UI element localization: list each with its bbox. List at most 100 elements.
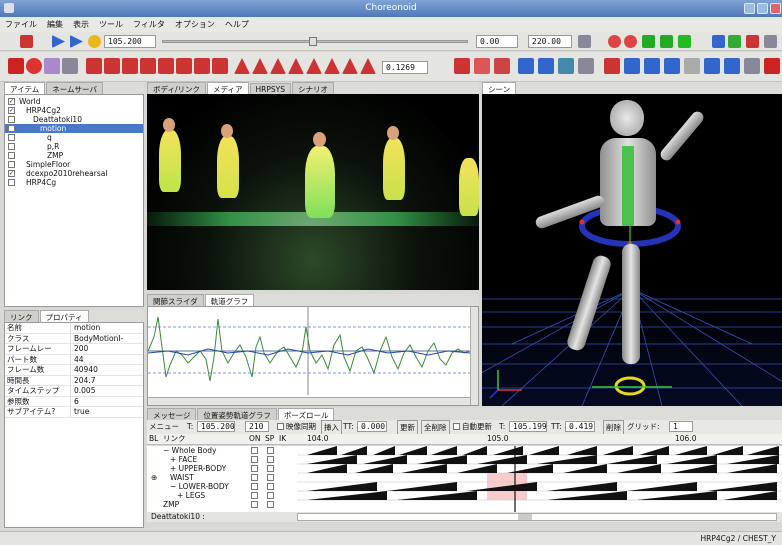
tab-pose-trajectory-graph[interactable]: 位置姿勢軌道グラフ (197, 408, 277, 420)
pose-time2-field[interactable]: 105.199 (509, 421, 547, 432)
tab-items[interactable]: アイテム (4, 82, 46, 94)
move-icon[interactable] (44, 58, 60, 74)
pose-row-checkbox[interactable] (267, 474, 274, 481)
close-icon[interactable] (770, 3, 781, 14)
menu-options[interactable]: オプション (170, 17, 220, 32)
tab-media[interactable]: メディア (207, 82, 249, 94)
scene-3-icon[interactable] (644, 58, 660, 74)
pose-row[interactable]: − Whole Body (147, 446, 297, 455)
wrench-2-icon[interactable] (578, 58, 594, 74)
arrow-icon[interactable] (494, 58, 510, 74)
scene-4-icon[interactable] (664, 58, 680, 74)
pose-row-checkbox[interactable] (251, 447, 258, 454)
property-row[interactable]: タイムステップ 0.005 (5, 386, 143, 397)
tree-item[interactable]: SimpleFloor (5, 160, 143, 169)
tab-property[interactable]: プロパティ (39, 310, 89, 322)
tab-scenario[interactable]: シナリオ (291, 82, 334, 94)
grid-field[interactable]: 1 (669, 421, 693, 432)
robot-icon[interactable] (20, 35, 33, 48)
alpha-icon[interactable] (746, 35, 759, 48)
ik-icon[interactable] (454, 58, 470, 74)
property-value[interactable]: BodyMotionI- (71, 334, 123, 344)
pose-7-icon[interactable] (194, 58, 210, 74)
pose-frame-field[interactable]: 210 (245, 421, 269, 432)
pose-row-checkbox[interactable] (267, 465, 274, 472)
property-row[interactable]: 参照数 6 (5, 396, 143, 407)
property-value[interactable]: 44 (71, 355, 84, 365)
pose-hscroll-thumb[interactable] (518, 514, 532, 520)
pose-2-icon[interactable] (104, 58, 120, 74)
triangle-6-icon[interactable] (324, 58, 340, 74)
triangle-2-icon[interactable] (252, 58, 268, 74)
cube-1-icon[interactable] (518, 58, 534, 74)
time-slider-handle[interactable] (309, 37, 317, 46)
menu-file[interactable]: ファイル (0, 17, 42, 32)
pose-row[interactable]: + UPPER-BODY (147, 464, 297, 473)
arrow-right-icon[interactable] (660, 35, 673, 48)
tree-item-checkbox[interactable]: ✓ (8, 107, 15, 114)
view-icon[interactable] (558, 58, 574, 74)
property-value[interactable]: 200 (71, 344, 88, 354)
pose-tt2-field[interactable]: 0.419 (565, 421, 595, 432)
maximize-icon[interactable] (757, 3, 768, 14)
property-row[interactable]: フレームレー 200 (5, 344, 143, 355)
pose-row-checkbox[interactable] (251, 465, 258, 472)
heart-icon[interactable] (728, 35, 741, 48)
chart-icon[interactable] (712, 35, 725, 48)
floor-icon[interactable] (724, 58, 740, 74)
scene-1-icon[interactable] (604, 58, 620, 74)
time-slider[interactable] (162, 37, 468, 46)
property-row[interactable]: 名前 motion (5, 323, 143, 334)
pose-menu-button[interactable]: メニュー (149, 420, 179, 433)
tree-item[interactable]: ✓ dcexpo2010rehearsal (5, 169, 143, 178)
property-row[interactable]: 時間長 204.7 (5, 375, 143, 386)
scene-canvas[interactable] (482, 94, 782, 406)
pose-row[interactable]: + LEGS (147, 491, 297, 500)
menu-view[interactable]: 表示 (68, 17, 94, 32)
pose-8-icon[interactable] (212, 58, 228, 74)
pose-row-checkbox[interactable] (267, 483, 274, 490)
pose-row[interactable]: ⊕ WAIST (147, 473, 297, 482)
triangle-7-icon[interactable] (342, 58, 358, 74)
tree-item-checkbox[interactable] (8, 143, 15, 150)
tree-item-checkbox[interactable]: ✓ (8, 98, 15, 105)
tree-item-checkbox[interactable] (8, 179, 15, 186)
video-frame[interactable] (147, 94, 479, 290)
range-start-field[interactable]: 0.00 (476, 35, 518, 48)
tab-message[interactable]: メッセージ (147, 408, 197, 420)
link-icon[interactable] (764, 35, 777, 48)
tab-joint-slider[interactable]: 関節スライダ (147, 294, 204, 306)
tree-item[interactable]: ZMP (5, 151, 143, 160)
forward-icon[interactable] (642, 35, 655, 48)
tree-item[interactable]: ✓ World (5, 97, 143, 106)
pose-6-icon[interactable] (176, 58, 192, 74)
value-field[interactable]: 0.1269 (382, 61, 428, 74)
stop-icon[interactable] (88, 35, 101, 48)
range-end-field[interactable]: 220.00 (528, 35, 572, 48)
pose-1-icon[interactable] (86, 58, 102, 74)
triangle-1-icon[interactable] (234, 58, 250, 74)
wrench-icon[interactable] (62, 58, 78, 74)
leg-icon[interactable] (474, 58, 490, 74)
tree-item[interactable]: p,R (5, 142, 143, 151)
pose-tt-field[interactable]: 0.000 (357, 421, 387, 432)
pose-row-checkbox[interactable] (267, 501, 274, 508)
scene-2-icon[interactable] (624, 58, 640, 74)
wrench-3-icon[interactable] (744, 58, 760, 74)
property-value[interactable]: motion (71, 323, 100, 333)
pose-hscroll[interactable] (297, 513, 777, 521)
tree-item[interactable]: HRP4Cg (5, 178, 143, 187)
pose-timeline[interactable] (297, 446, 782, 512)
minimize-icon[interactable] (744, 3, 755, 14)
tree-item[interactable]: Deattatoki10 (5, 115, 143, 124)
pose-5-icon[interactable] (158, 58, 174, 74)
tree-item[interactable]: ✓ HRP4Cg2 (5, 106, 143, 115)
cube-2-icon[interactable] (538, 58, 554, 74)
pose-row-checkbox[interactable] (251, 492, 258, 499)
tab-nameserver[interactable]: ネームサーバ (46, 82, 103, 94)
property-value[interactable]: true (71, 407, 89, 417)
pose-time-field[interactable]: 105.200 (197, 421, 235, 432)
tree-item-checkbox[interactable] (8, 134, 15, 141)
property-value[interactable]: 0.005 (71, 386, 95, 396)
tab-body-link[interactable]: ボディ/リンク (147, 82, 207, 94)
